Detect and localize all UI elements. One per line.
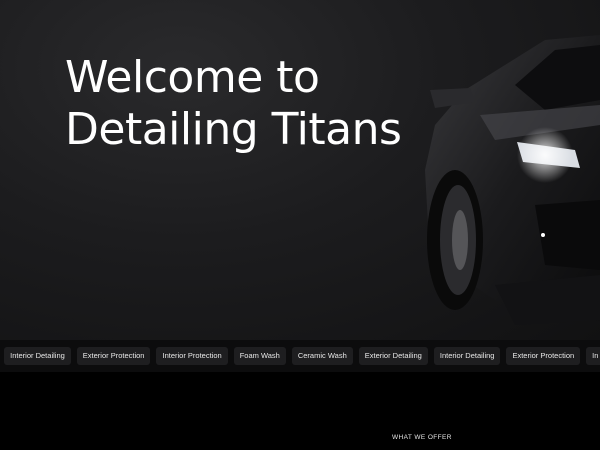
service-chip[interactable]: Interior Detailing [433,347,501,365]
service-chip[interactable]: Exterior Protection [506,347,581,365]
hero-section: Welcome to Detailing Titans [0,0,600,340]
service-chip[interactable]: Interior Detailing [4,347,71,365]
service-chip[interactable]: Interior Protection [156,347,228,365]
services-section: WHAT WE OFFER [0,372,600,450]
services-ticker: g Interior Detailing Exterior Protection… [0,340,600,372]
services-ticker-track: g Interior Detailing Exterior Protection… [0,347,600,365]
service-chip[interactable]: In [586,347,600,365]
sports-car-image [425,35,600,325]
hero-title: Welcome to Detailing Titans [65,52,402,156]
hero-title-line-1: Welcome to [65,52,320,103]
section-label: WHAT WE OFFER [392,434,452,441]
hero-title-line-2: Detailing Titans [65,104,402,155]
service-chip[interactable]: Exterior Protection [76,347,151,365]
service-chip[interactable]: Foam Wash [233,347,286,365]
service-chip[interactable]: Exterior Detailing [358,347,428,365]
service-chip[interactable]: Ceramic Wash [291,347,353,365]
